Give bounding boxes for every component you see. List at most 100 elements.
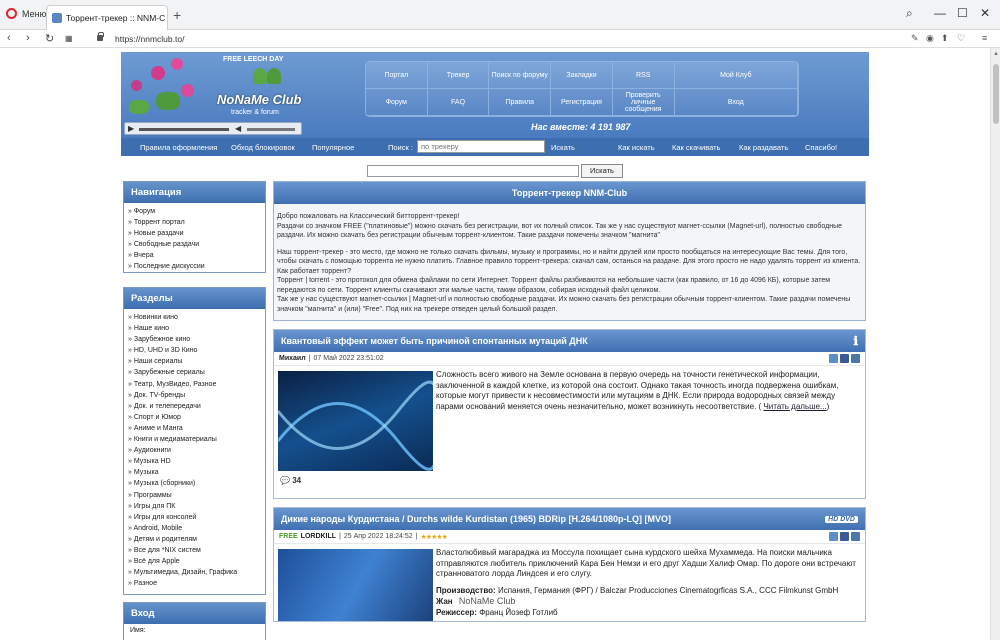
subnav-how-upload[interactable]: Как раздавать [739,143,788,152]
sidebar-section-item[interactable]: Док. и телепередачи [128,401,261,412]
page-scrollbar[interactable]: ▲ [990,48,1000,640]
header-link-bookmarks[interactable]: Закладки [551,62,613,89]
scrollbar-thumb[interactable] [993,64,999,124]
sidebar-section-item[interactable]: Все для *NIX систем [128,545,261,556]
sidebar-section-item[interactable]: Android, Mobile [128,523,261,534]
header-link-register[interactable]: Регистрация [551,89,613,116]
header-link-my-club[interactable]: Мой Клуб [674,62,798,89]
forward-icon[interactable]: › [26,32,30,44]
vk-icon[interactable] [851,532,860,541]
share-buttons [829,532,860,541]
sidebar-section-item[interactable]: Зарубежные сериалы [128,367,261,378]
genre-label: Жан [436,597,453,606]
heart-icon[interactable]: ♡ [957,33,965,44]
browser-menu-button[interactable]: Меню [6,8,46,19]
sidebar-nav-item[interactable]: Новые раздачи [128,228,261,239]
sidebar-section-item[interactable]: Аудиокниги [128,445,261,456]
sidebar-section-item[interactable]: Наши сериалы [128,356,261,367]
sidebar-section-item[interactable]: Музыка [128,467,261,478]
sidebar-section-item[interactable]: Аниме и Манга [128,423,261,434]
read-more-paren: ) [826,401,830,411]
subnav-how-download[interactable]: Как скачивать [672,143,720,152]
header-link-forum[interactable]: Форум [366,89,428,116]
volume-slider[interactable] [247,128,295,131]
news-title[interactable]: Квантовый эффект может быть причиной спо… [274,330,865,352]
close-window-icon[interactable]: ✕ [980,6,990,20]
header-link-login[interactable]: Вход [674,89,798,116]
scroll-up-icon[interactable]: ▲ [993,51,999,57]
twitter-icon[interactable] [829,354,838,363]
sidebar-section-item[interactable]: Музыка (сборники) [128,478,261,489]
new-tab-icon[interactable]: + [173,7,181,23]
header-link-faq[interactable]: FAQ [427,89,490,116]
sidebar-section-item[interactable]: Спорт и Юмор [128,412,261,423]
sidebar-section-item[interactable]: Детям и родителям [128,534,261,545]
sidebar-section-item[interactable]: Музыка HD [128,456,261,467]
tabs-grid-icon[interactable]: ▦ [65,34,73,43]
torrent-title[interactable]: Дикие народы Курдистана / Durchs wilde K… [274,508,865,530]
dna-image[interactable] [278,371,433,471]
camera-icon[interactable]: ◉ [926,33,934,44]
header-link-tracker[interactable]: Трекер [427,62,490,89]
sidebar-section-item[interactable]: Разное [128,578,261,589]
sidebar-section-item[interactable]: Игры для ПК [128,501,261,512]
player-progress-bar[interactable] [139,128,229,131]
minimize-icon[interactable]: — [934,6,946,20]
header-link-rules[interactable]: Правила [489,89,552,116]
tracker-search-button[interactable]: Искать [551,143,575,152]
maximize-icon[interactable]: ☐ [957,6,968,20]
header-link-rss[interactable]: RSS [612,62,675,89]
tracker-search-input[interactable] [417,140,545,153]
comments-count[interactable]: 💬 34 [280,476,301,485]
news-date: 07 Май 2022 23:51:02 [313,355,384,362]
url-field[interactable]: https://nnmclub.to/ [115,34,184,44]
sidebar-section-item[interactable]: Зарубежное кино [128,334,261,345]
sidebar-section-item[interactable]: Театр, МузВидео, Разное [128,379,261,390]
sidebar-section-item[interactable]: Всё для Apple [128,556,261,567]
sidebar-nav-item[interactable]: Свободные раздачи [128,239,261,250]
header-link-messages[interactable]: Проверить личные сообщения [612,89,675,116]
sidebar-section-item[interactable]: Новинки кино [128,312,261,323]
reload-icon[interactable]: ↻ [45,32,54,45]
play-icon[interactable]: ▶ [128,124,134,133]
sidebar-section-item[interactable]: Игры для консолей [128,512,261,523]
subnav-rules[interactable]: Правила оформления [140,143,217,152]
news-author[interactable]: Михаил [279,355,306,362]
volume-icon[interactable]: ◀ [235,124,241,133]
header-link-forum-search[interactable]: Поиск по форуму [489,62,552,89]
subnav-how-search[interactable]: Как искать [618,143,655,152]
sidebar-nav-item[interactable]: Торрент портал [128,217,261,228]
subnav-bypass[interactable]: Обход блокировок [231,143,295,152]
read-more-link[interactable]: Читать дальше... [763,402,826,411]
twitter-icon[interactable] [829,532,838,541]
sidebar-nav-item[interactable]: Форум [128,206,261,217]
search-icon[interactable]: ⌕ [906,6,913,21]
subnav-popular[interactable]: Популярное [312,143,354,152]
news-title-text[interactable]: Квантовый эффект может быть причиной спо… [281,336,588,346]
back-icon[interactable]: ‹ [7,32,11,44]
bluray-cover-image[interactable] [278,549,433,621]
sidebar-nav-item[interactable]: Вчера [128,250,261,261]
vk-icon[interactable] [851,354,860,363]
site-logo[interactable]: FREE LEECH DAY NoNaMe Club tracker & for… [121,52,306,138]
sidebar-section-item[interactable]: HD, UHD и 3D Кино [128,345,261,356]
main-search-button[interactable]: Искать [581,164,623,178]
sidebar-section-item[interactable]: Книги и медиаматериалы [128,434,261,445]
share-icon[interactable]: ⬆ [941,33,949,44]
radio-player[interactable]: ▶ ◀ [124,122,302,135]
main-search-input[interactable] [367,165,579,177]
torrent-title-text[interactable]: Дикие народы Курдистана / Durchs wilde K… [281,514,671,524]
sidebar-section-item[interactable]: Программы [128,490,261,501]
sidebar-section-item[interactable]: Мультимедиа, Дизайн, Графика [128,567,261,578]
torrent-author[interactable]: LORDKILL [301,533,336,540]
facebook-icon[interactable] [840,354,849,363]
sidebar-section-item[interactable]: Док. TV-бренды [128,390,261,401]
edit-icon[interactable]: ✎ [911,33,919,44]
sidebar-nav-item[interactable]: Последние дискуссии [128,261,261,272]
subnav-thanks[interactable]: Спасибо! [805,143,837,152]
facebook-icon[interactable] [840,532,849,541]
browser-tab[interactable]: Торрент-трекер :: NNM-C ✕ [46,5,168,30]
header-link-portal[interactable]: Портал [366,62,428,89]
easy-setup-icon[interactable]: ≡ [982,33,987,43]
sidebar-section-item[interactable]: Наше кино [128,323,261,334]
